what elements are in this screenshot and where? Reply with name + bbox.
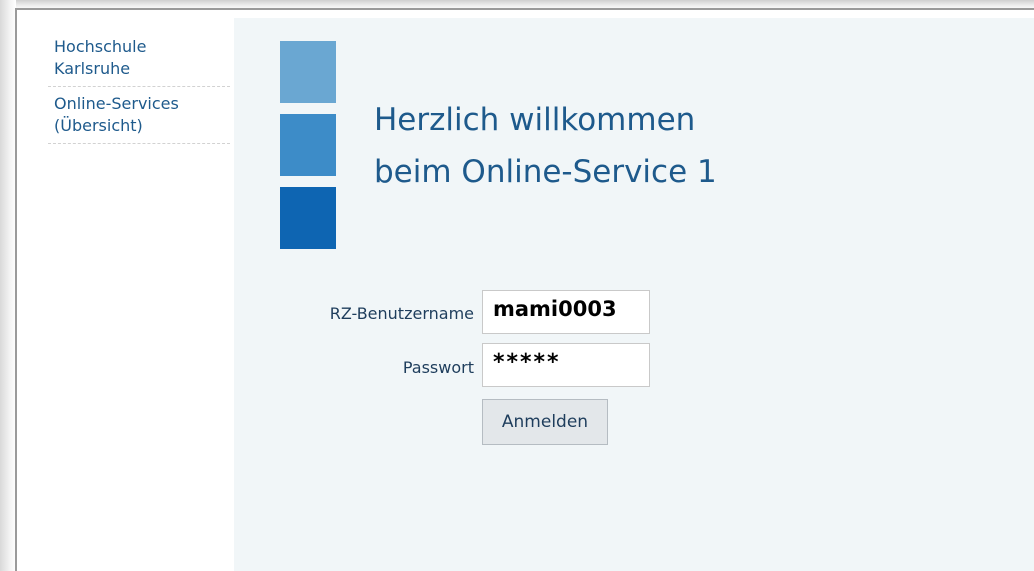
window-left-edge <box>0 0 16 571</box>
logo-block-mid <box>280 114 336 176</box>
logo-block-dark <box>280 187 336 249</box>
window-top-border <box>15 8 1034 10</box>
page-title: Herzlich willkommen beim Online-Service … <box>374 94 717 198</box>
password-input[interactable]: ***** <box>482 343 650 387</box>
password-label: Passwort <box>402 358 474 377</box>
page-title-line2: beim Online-Service 1 <box>374 154 717 190</box>
browser-window: Hochschule Karlsruhe Online-Services (Üb… <box>0 0 1034 571</box>
sidebar-item-hochschule-karlsruhe[interactable]: Hochschule Karlsruhe <box>48 36 230 87</box>
window-left-border <box>15 8 17 571</box>
main-panel: Herzlich willkommen beim Online-Service … <box>234 18 1034 571</box>
username-input[interactable]: mami0003 <box>482 290 650 334</box>
sidebar-item-online-services[interactable]: Online-Services (Übersicht) <box>48 93 230 144</box>
logo-block-light <box>280 41 336 103</box>
sidebar-nav: Hochschule Karlsruhe Online-Services (Üb… <box>48 36 230 150</box>
page-title-line1: Herzlich willkommen <box>374 102 696 138</box>
login-button[interactable]: Anmelden <box>482 399 608 445</box>
username-label: RZ-Benutzername <box>329 304 474 323</box>
